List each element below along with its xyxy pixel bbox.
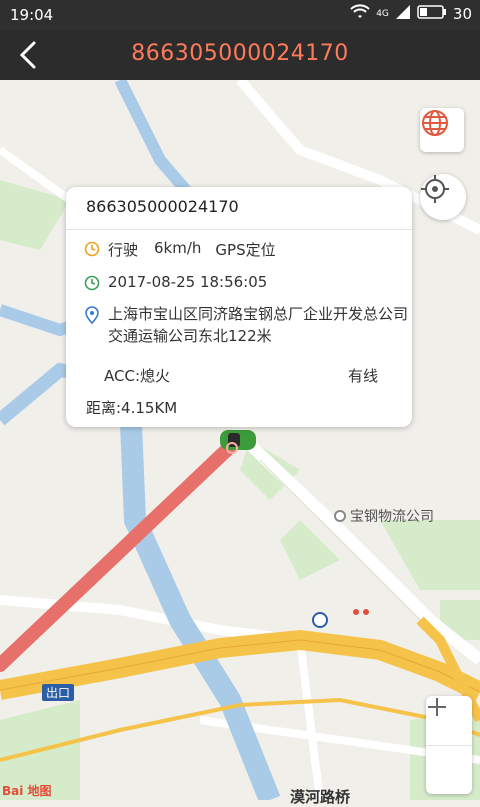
poi-marker[interactable]: 宝钢物流公司	[334, 506, 434, 526]
acc-status: ACC:熄火	[104, 367, 170, 385]
car-icon[interactable]	[220, 430, 256, 454]
zoom-out-button[interactable]	[426, 706, 472, 794]
location-pin-icon	[85, 306, 99, 324]
status-row: 行驶 6km/h GPS定位	[84, 239, 276, 260]
zoom-control	[426, 696, 472, 794]
time-row: 2017-08-25 18:56:05	[84, 273, 267, 291]
status-bar: 19:04 4G 30	[0, 0, 480, 30]
network-label: 4G	[376, 9, 389, 19]
popup-divider	[66, 229, 412, 230]
poi-dot-icon	[334, 510, 346, 522]
locate-mode: GPS定位	[215, 241, 276, 259]
poi-label: 宝钢物流公司	[350, 509, 434, 525]
exit-label: 出口	[42, 684, 75, 701]
layer-button[interactable]	[420, 108, 464, 152]
title-bar: 866305000024170	[0, 30, 480, 80]
road-name: 漠河路桥	[290, 788, 351, 806]
device-info-popup[interactable]: 866305000024170 行驶 6km/h GPS定位 2017-08-2…	[66, 187, 412, 427]
locate-button[interactable]	[420, 174, 466, 220]
connection-type: 有线	[347, 367, 378, 385]
clock-icon	[84, 241, 100, 257]
speed-value: 6km/h	[154, 239, 202, 257]
page-title: 866305000024170	[131, 41, 349, 66]
distance-value: 距离:4.15KM	[86, 399, 178, 417]
zoom-out-icon	[428, 706, 446, 708]
battery-icon	[417, 4, 447, 24]
device-address: 上海市宝山区同济路宝钢总厂企业开发总公司交通运输公司东北122米	[108, 305, 409, 345]
time-icon	[84, 275, 100, 291]
locate-icon	[421, 175, 449, 203]
motion-state: 行驶	[108, 241, 139, 259]
status-time: 19:04	[10, 6, 54, 24]
globe-icon	[422, 110, 448, 136]
map-logo: Bai 地图	[2, 784, 52, 798]
device-imei: 866305000024170	[86, 197, 239, 216]
battery-level: 30	[452, 5, 472, 23]
address-row: 上海市宝山区同济路宝钢总厂企业开发总公司交通运输公司东北122米	[84, 303, 408, 347]
signal-icon	[395, 4, 411, 24]
gps-datetime: 2017-08-25 18:56:05	[108, 273, 268, 291]
wifi-icon	[350, 4, 370, 24]
status-icons: 4G 30	[350, 4, 472, 24]
